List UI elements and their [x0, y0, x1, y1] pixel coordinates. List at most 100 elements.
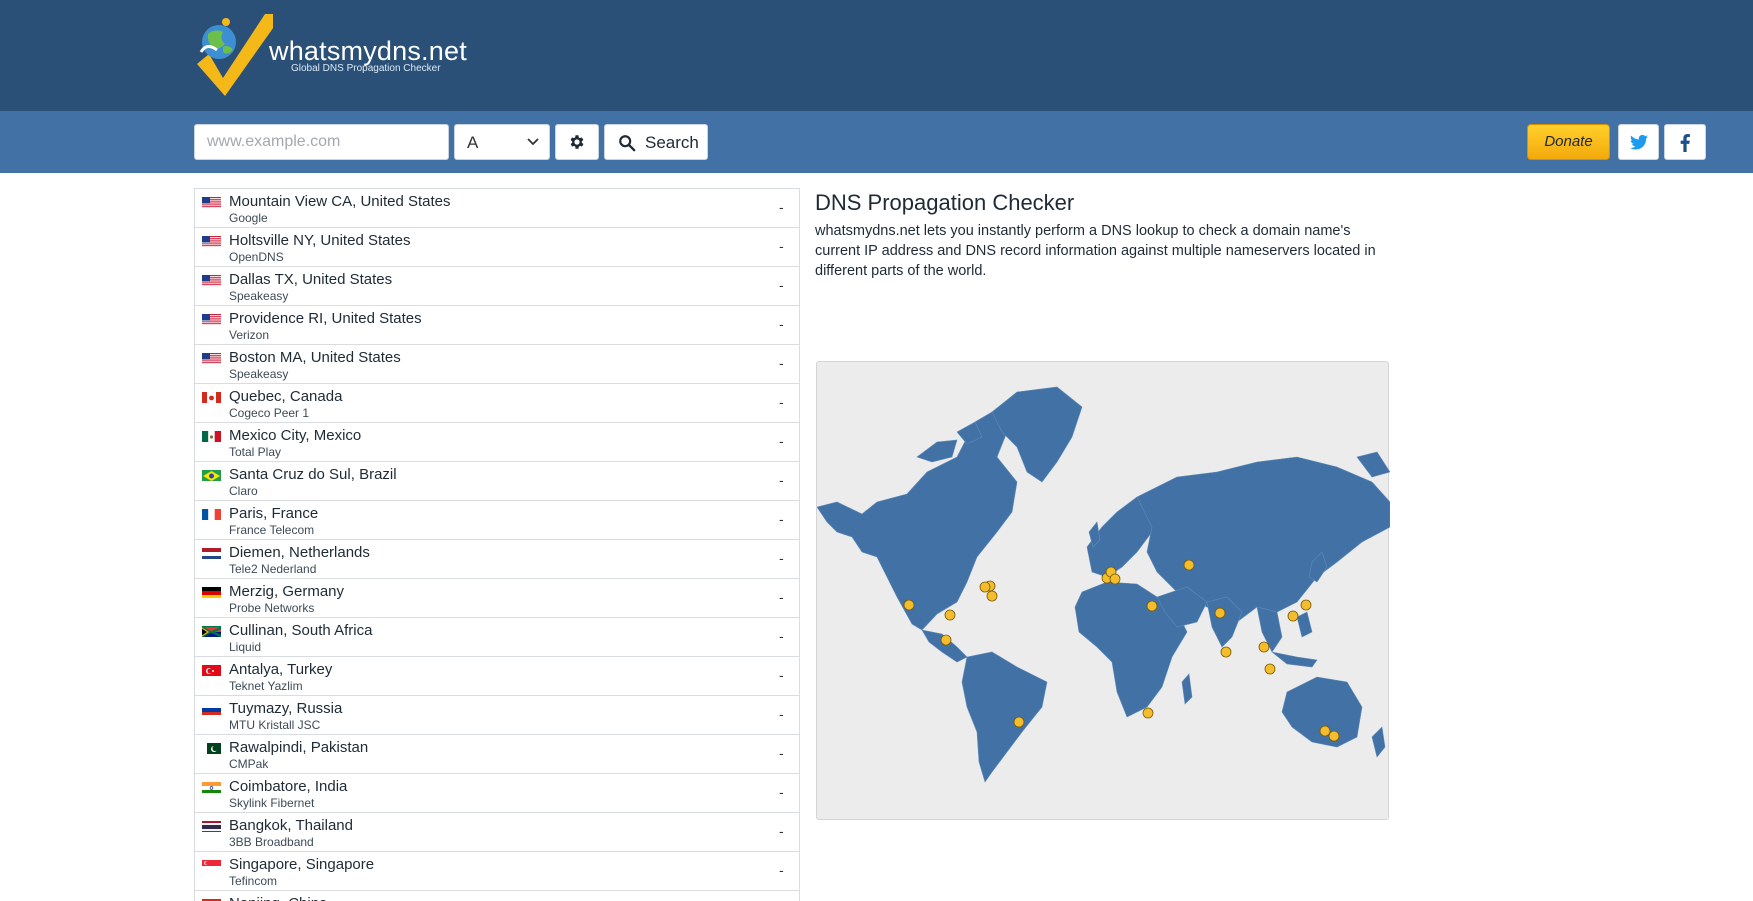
result-value: - [779, 394, 784, 410]
marker-singapore [1264, 663, 1276, 675]
marker-mexico-city [940, 634, 952, 646]
result-location: Mountain View CA, United States [229, 193, 451, 210]
nl-flag-icon [202, 547, 221, 559]
result-row[interactable]: Diemen, Netherlands Tele2 Nederland - [195, 540, 799, 579]
twitter-share-button[interactable] [1618, 124, 1659, 160]
result-provider: MTU Kristall JSC [229, 718, 321, 732]
gear-icon [570, 135, 584, 149]
marker-nanjing [1287, 610, 1299, 622]
result-value: - [779, 784, 784, 800]
result-location: Holtsville NY, United States [229, 232, 411, 249]
br-flag-icon [202, 469, 221, 481]
result-row[interactable]: Boston MA, United States Speakeasy - [195, 345, 799, 384]
us-flag-icon [202, 352, 221, 364]
marker-japan [1300, 599, 1312, 611]
result-provider: Speakeasy [229, 367, 289, 381]
result-location: Mexico City, Mexico [229, 427, 362, 444]
result-provider: CMPak [229, 757, 269, 771]
result-value: - [779, 199, 784, 215]
result-value: - [779, 238, 784, 254]
map-landmass [817, 386, 1390, 783]
marker-mountain-view [903, 599, 915, 611]
marker-cullinan [1142, 707, 1154, 719]
result-provider: Speakeasy [229, 289, 289, 303]
result-row[interactable]: Providence RI, United States Verizon - [195, 306, 799, 345]
world-map [816, 361, 1390, 820]
marker-quebec [979, 581, 991, 593]
result-location: Singapore, Singapore [229, 856, 375, 873]
result-value: - [779, 745, 784, 761]
logo-checkmark-icon [197, 14, 273, 96]
result-location: Cullinan, South Africa [229, 622, 373, 639]
result-provider: 3BB Broadband [229, 835, 314, 849]
result-row[interactable]: Antalya, Turkey Teknet Yazlim - [195, 657, 799, 696]
marker-santa-cruz [1013, 716, 1025, 728]
facebook-share-button[interactable] [1664, 124, 1706, 160]
result-row[interactable]: Bangkok, Thailand 3BB Broadband - [195, 813, 799, 852]
result-value: - [779, 277, 784, 293]
marker-rawalpindi [1214, 607, 1226, 619]
result-row[interactable]: Santa Cruz do Sul, Brazil Claro - [195, 462, 799, 501]
result-location: Santa Cruz do Sul, Brazil [229, 466, 397, 483]
result-row[interactable]: Mountain View CA, United States Google - [195, 189, 799, 228]
marker-tuymazy [1183, 559, 1195, 571]
result-row[interactable]: Merzig, Germany Probe Networks - [195, 579, 799, 618]
result-provider: OpenDNS [229, 250, 284, 264]
result-provider: Cogeco Peer 1 [229, 406, 310, 420]
result-row[interactable]: Paris, France France Telecom - [195, 501, 799, 540]
result-value: - [779, 589, 784, 605]
result-row[interactable]: Rawalpindi, Pakistan CMPak - [195, 735, 799, 774]
result-provider: France Telecom [229, 523, 315, 537]
result-row[interactable]: Tuymazy, Russia MTU Kristall JSC - [195, 696, 799, 735]
marker-melbourne [1328, 730, 1340, 742]
result-provider: Total Play [229, 445, 282, 459]
page-title: DNS Propagation Checker [815, 190, 1075, 215]
domain-search-input[interactable] [194, 124, 449, 160]
result-value: - [779, 550, 784, 566]
marker-merzig [1109, 573, 1121, 585]
result-row[interactable]: Singapore, Singapore Tefincom - [195, 852, 799, 891]
result-provider: Liquid [229, 640, 262, 654]
page-description: whatsmydns.net lets you instantly perfor… [815, 223, 1376, 279]
result-row[interactable]: Coimbatore, India Skylink Fibernet - [195, 774, 799, 813]
result-row[interactable]: Quebec, Canada Cogeco Peer 1 - [195, 384, 799, 423]
fr-flag-icon [202, 508, 221, 520]
result-location: Antalya, Turkey [229, 661, 333, 678]
pk-flag-icon [202, 742, 221, 754]
donate-button[interactable]: Donate [1527, 124, 1610, 160]
result-row[interactable]: Cullinan, South Africa Liquid - [195, 618, 799, 657]
result-provider: Verizon [229, 328, 270, 342]
ca-flag-icon [202, 391, 221, 403]
result-location: Coimbatore, India [229, 778, 348, 795]
result-location: Boston MA, United States [229, 349, 401, 366]
results-table: Mountain View CA, United States Google - Ho… [194, 188, 800, 901]
result-location: Paris, France [229, 505, 319, 522]
result-provider: Teknet Yazlim [229, 679, 303, 693]
result-row[interactable]: Mexico City, Mexico Total Play - [195, 423, 799, 462]
result-row[interactable]: Holtsville NY, United States OpenDNS - [195, 228, 799, 267]
us-flag-icon [202, 313, 221, 325]
th-flag-icon [202, 820, 221, 832]
result-location: Nanjing, China [229, 895, 327, 901]
result-row[interactable]: Nanjing, China- [195, 891, 799, 901]
world-map-svg [817, 386, 1390, 783]
marker-antalya [1146, 600, 1158, 612]
result-row[interactable]: Dallas TX, United States Speakeasy - [195, 267, 799, 306]
search-icon [619, 135, 636, 152]
twitter-icon [1630, 135, 1648, 150]
in-flag-icon [202, 781, 221, 793]
site-logo[interactable]: whatsmydns.net Global DNS Propagation Ch… [193, 12, 467, 102]
us-flag-icon [202, 274, 221, 286]
result-location: Diemen, Netherlands [229, 544, 370, 561]
tr-flag-icon [202, 664, 221, 676]
result-value: - [779, 628, 784, 644]
marker-bangkok [1258, 641, 1270, 653]
record-type-value: A [467, 133, 479, 152]
settings-button[interactable] [555, 124, 599, 160]
ru-flag-icon [202, 703, 221, 715]
mx-flag-icon [202, 430, 221, 442]
result-provider: Tele2 Nederland [229, 562, 317, 576]
search-button[interactable]: Search [604, 124, 708, 160]
logo-tagline: Global DNS Propagation Checker [291, 63, 441, 74]
record-type-select[interactable]: A [454, 124, 550, 160]
